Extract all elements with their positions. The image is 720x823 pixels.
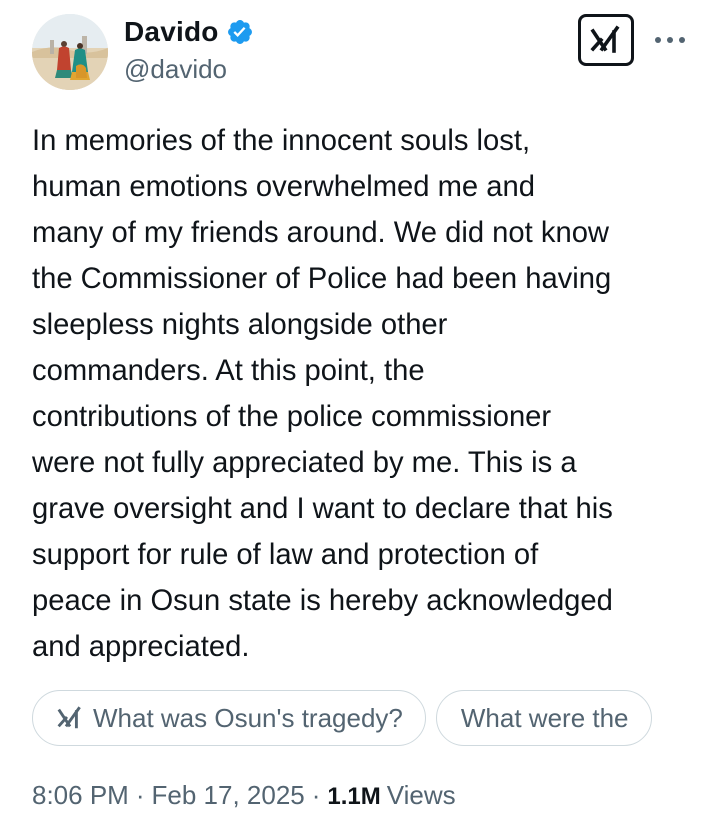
grok-suggestion-label: What was Osun's tragedy? — [93, 702, 403, 733]
chips-fade — [654, 690, 688, 750]
tweet-meta: 8:06 PM · Feb 17, 2025 · 1.1M Views — [32, 780, 456, 811]
grok-suggestion-chip[interactable]: What was Osun's tragedy? — [32, 690, 426, 746]
more-options-button[interactable] — [652, 28, 688, 52]
views-label: Views — [386, 780, 456, 810]
display-name[interactable]: Davido — [124, 16, 219, 48]
avatar-image — [32, 14, 108, 90]
grok-icon — [57, 706, 83, 730]
handle[interactable]: @davido — [124, 54, 254, 85]
meta-separator: · — [135, 780, 145, 810]
tweet-card: Davido @davido In memories of the innoce… — [0, 0, 720, 823]
meta-separator: · — [311, 780, 321, 810]
verified-badge-icon[interactable] — [226, 18, 254, 46]
name-row: Davido — [124, 14, 254, 50]
grok-suggestions: What was Osun's tragedy? What were the — [32, 690, 688, 750]
grok-suggestion-label: What were the — [460, 702, 629, 733]
user-info: Davido @davido — [124, 14, 254, 85]
tweet-time[interactable]: 8:06 PM — [32, 780, 129, 811]
tweet-text: In memories of the innocent souls lost, … — [32, 125, 613, 663]
tweet-date[interactable]: Feb 17, 2025 — [152, 780, 305, 811]
views-count: 1.1M — [327, 783, 381, 810]
grok-button[interactable] — [578, 14, 634, 66]
grok-suggestion-chip[interactable]: What were the — [435, 690, 652, 746]
avatar[interactable] — [32, 14, 108, 90]
grok-icon — [590, 25, 620, 53]
more-options-icon — [655, 37, 685, 43]
